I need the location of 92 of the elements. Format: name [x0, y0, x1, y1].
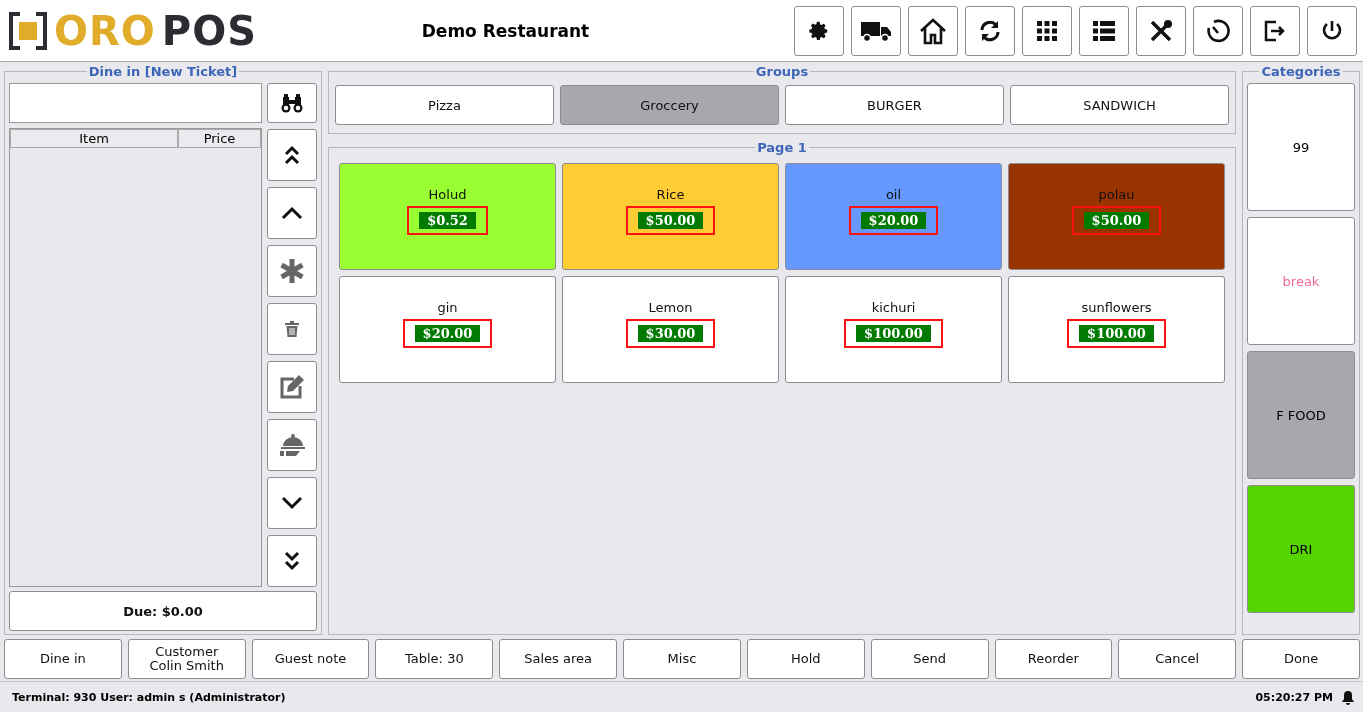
serving-dish-icon [279, 433, 305, 457]
tools-icon [1148, 17, 1174, 44]
price-label: $100.00 [1079, 324, 1154, 342]
search-button[interactable] [267, 83, 317, 123]
logo-text: POS [161, 10, 257, 51]
group-tab[interactable]: SANDWICH [1010, 85, 1229, 125]
item-name: Holud [428, 186, 467, 202]
due-button[interactable]: Due: $0.00 [9, 591, 317, 631]
edit-icon [279, 374, 305, 400]
grid-icon [1036, 19, 1058, 42]
edit-button[interactable] [267, 361, 317, 413]
item-name: polau [1098, 186, 1135, 202]
trash-button[interactable] [267, 303, 317, 355]
item-name: kichuri [871, 299, 916, 315]
double-chevron-up-icon [284, 144, 300, 166]
groups-title: Groups [754, 64, 810, 79]
action-button[interactable]: Done [1242, 639, 1360, 679]
item-name: gin [437, 299, 458, 315]
logout-button[interactable] [1250, 5, 1300, 56]
group-tab[interactable]: BURGER [785, 85, 1004, 125]
list-button[interactable] [1079, 5, 1129, 56]
price-label: $50.00 [637, 211, 704, 229]
menu-item-button[interactable]: gin $20.00 [339, 276, 556, 383]
item-name: Rice [656, 186, 685, 202]
category-button[interactable]: F FOOD [1247, 351, 1355, 479]
up-button[interactable] [267, 187, 317, 239]
price-label: $20.00 [414, 324, 481, 342]
down-button[interactable] [267, 477, 317, 529]
page-title: Page 1 [756, 140, 808, 155]
column-header: Item [10, 129, 178, 148]
double-chevron-down-icon [284, 550, 300, 572]
menu-item-button[interactable]: polau $50.00 [1008, 163, 1225, 270]
category-button[interactable]: 99 [1247, 83, 1355, 211]
menu-item-button[interactable]: Rice $50.00 [562, 163, 779, 270]
action-button[interactable]: Misc [623, 639, 741, 679]
category-button[interactable]: DRI [1247, 485, 1355, 613]
binoculars-icon [280, 92, 304, 114]
asterisk-icon [279, 258, 305, 284]
list-icon [1092, 19, 1116, 42]
price-label: $30.00 [637, 324, 704, 342]
chevron-up-icon [281, 206, 303, 220]
bell-icon [1341, 689, 1355, 705]
price-label: $100.00 [856, 324, 931, 342]
clock-time: 05:20:27 PM [1255, 690, 1333, 704]
tools-button[interactable] [1136, 5, 1186, 56]
ticket-title: Dine in [New Ticket] [87, 64, 239, 79]
action-button[interactable]: Customer Colin Smith [127, 639, 246, 679]
settings-icon [808, 19, 830, 42]
action-button[interactable]: Sales area [499, 639, 618, 679]
asterisk-button[interactable] [267, 245, 317, 297]
stopwatch-icon [1206, 17, 1230, 44]
item-name: sunflowers [1081, 299, 1152, 315]
menu-item-button[interactable]: oil $20.00 [785, 163, 1002, 270]
menu-item-button[interactable]: Holud $0.52 [339, 163, 556, 270]
settings-button[interactable] [794, 5, 844, 56]
timer-button[interactable] [1193, 5, 1243, 56]
top-button[interactable] [267, 129, 317, 181]
truck-button[interactable] [851, 5, 901, 56]
logo-icon [8, 10, 48, 51]
price-label: $50.00 [1083, 211, 1150, 229]
action-button[interactable]: Hold [746, 639, 865, 679]
grid-button[interactable] [1022, 5, 1072, 56]
categories-title: Categories [1260, 64, 1342, 79]
action-button[interactable]: Send [870, 639, 989, 679]
menu-item-button[interactable]: sunflowers $100.00 [1008, 276, 1225, 383]
action-button[interactable]: Dine in [4, 639, 122, 679]
column-header: Price [178, 129, 261, 148]
refresh-icon [978, 18, 1002, 43]
menu-item-button[interactable]: kichuri $100.00 [785, 276, 1002, 383]
cloche-button[interactable] [267, 419, 317, 471]
refresh-button[interactable] [965, 5, 1015, 56]
chevron-down-icon [281, 496, 303, 510]
home-icon [918, 16, 948, 45]
logo-text: ORO [54, 10, 156, 51]
menu-item-button[interactable]: Lemon $30.00 [562, 276, 779, 383]
action-button[interactable]: Reorder [994, 639, 1113, 679]
home-button[interactable] [908, 5, 958, 56]
action-button[interactable]: Table: 30 [375, 639, 494, 679]
action-button[interactable]: Cancel [1118, 639, 1237, 679]
power-button[interactable] [1307, 5, 1357, 56]
action-button[interactable]: Guest note [251, 639, 370, 679]
bottom-button[interactable] [267, 535, 317, 587]
item-name: oil [885, 186, 902, 202]
group-tab[interactable]: Pizza [335, 85, 554, 125]
group-tab[interactable]: Groccery [560, 85, 779, 125]
price-label: $20.00 [860, 211, 927, 229]
terminal-info: Terminal: 930 User: admin s (Administrator) [12, 690, 287, 704]
logout-icon [1263, 18, 1287, 43]
item-name: Lemon [648, 299, 693, 315]
trash-icon [285, 321, 299, 337]
search-field[interactable] [9, 83, 262, 123]
price-label: $0.52 [419, 211, 476, 229]
